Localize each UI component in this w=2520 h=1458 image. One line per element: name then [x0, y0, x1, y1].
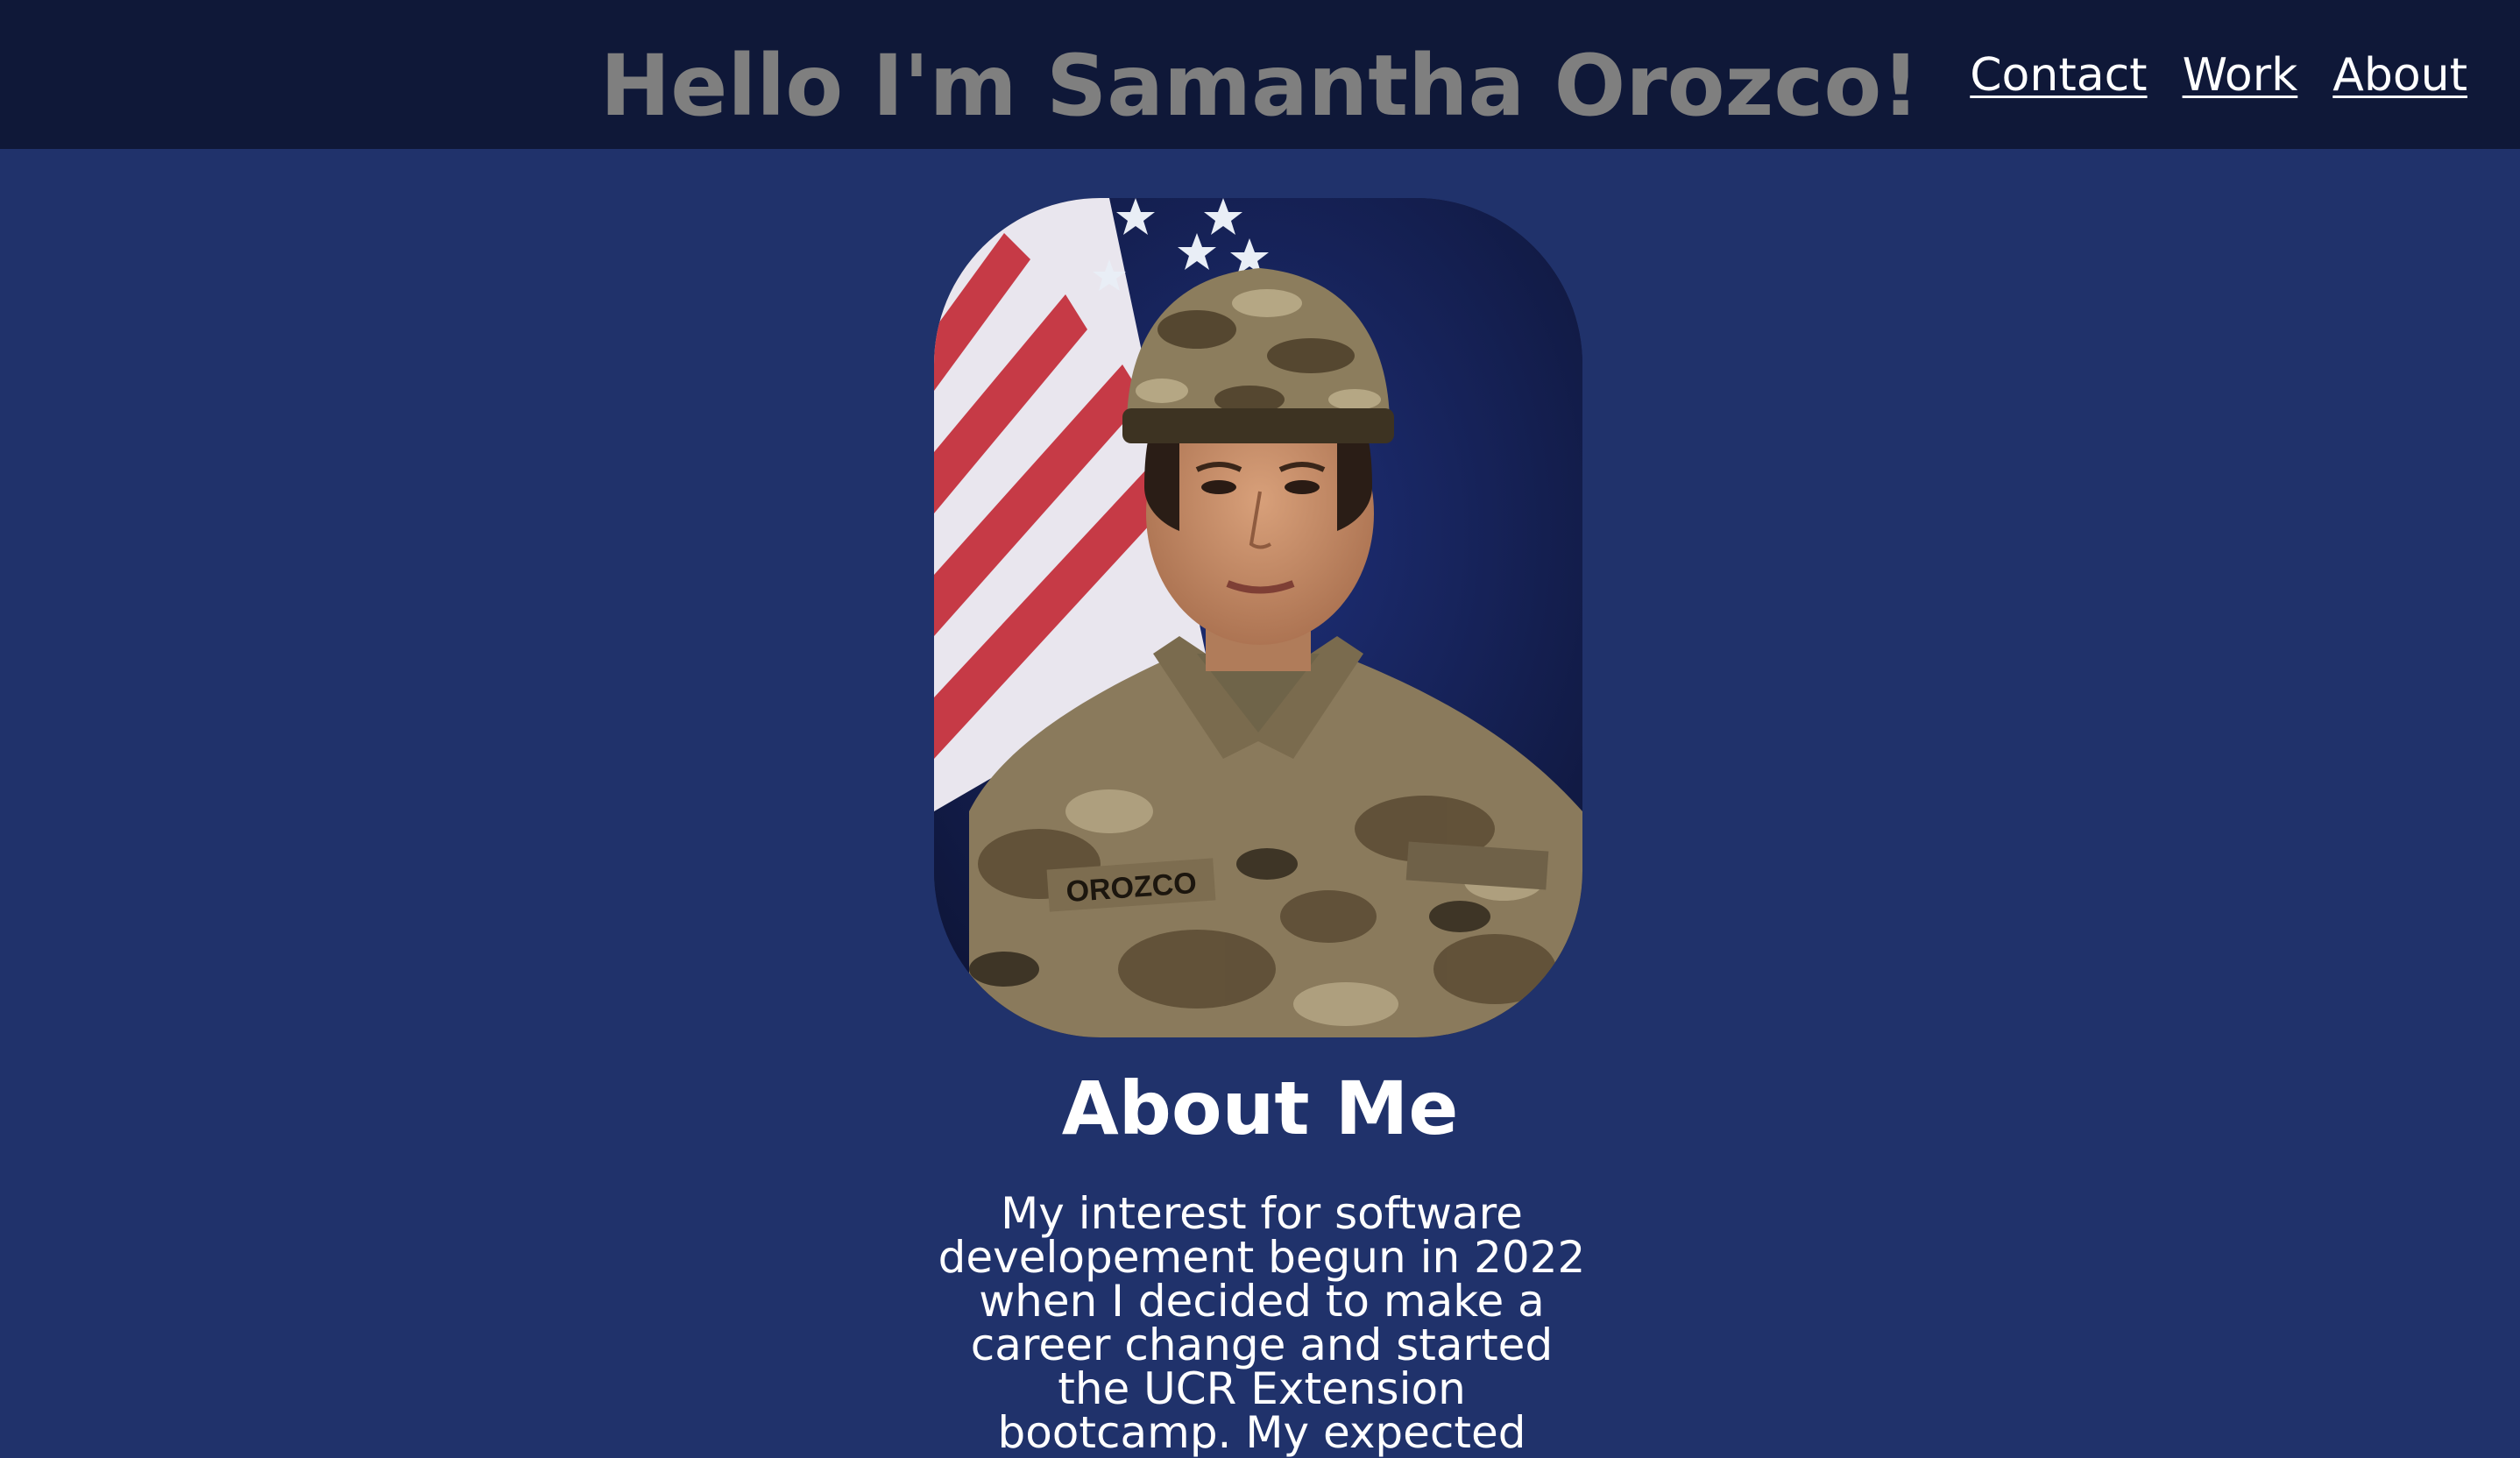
- profile-photo: OROZCO: [934, 198, 1582, 1037]
- about-text: My interest for software developement be…: [938, 1188, 1586, 1458]
- site-header: Hello I'm Samantha Orozco! Contact Work …: [0, 0, 2520, 149]
- main-nav: Contact Work About: [1970, 47, 2467, 103]
- about-heading: About Me: [1061, 1065, 1459, 1151]
- nav-link-contact[interactable]: Contact: [1970, 47, 2147, 103]
- nav-link-work[interactable]: Work: [2183, 47, 2298, 103]
- profile-photo-illustration: OROZCO: [934, 198, 1582, 1037]
- nav-link-about[interactable]: About: [2332, 47, 2467, 103]
